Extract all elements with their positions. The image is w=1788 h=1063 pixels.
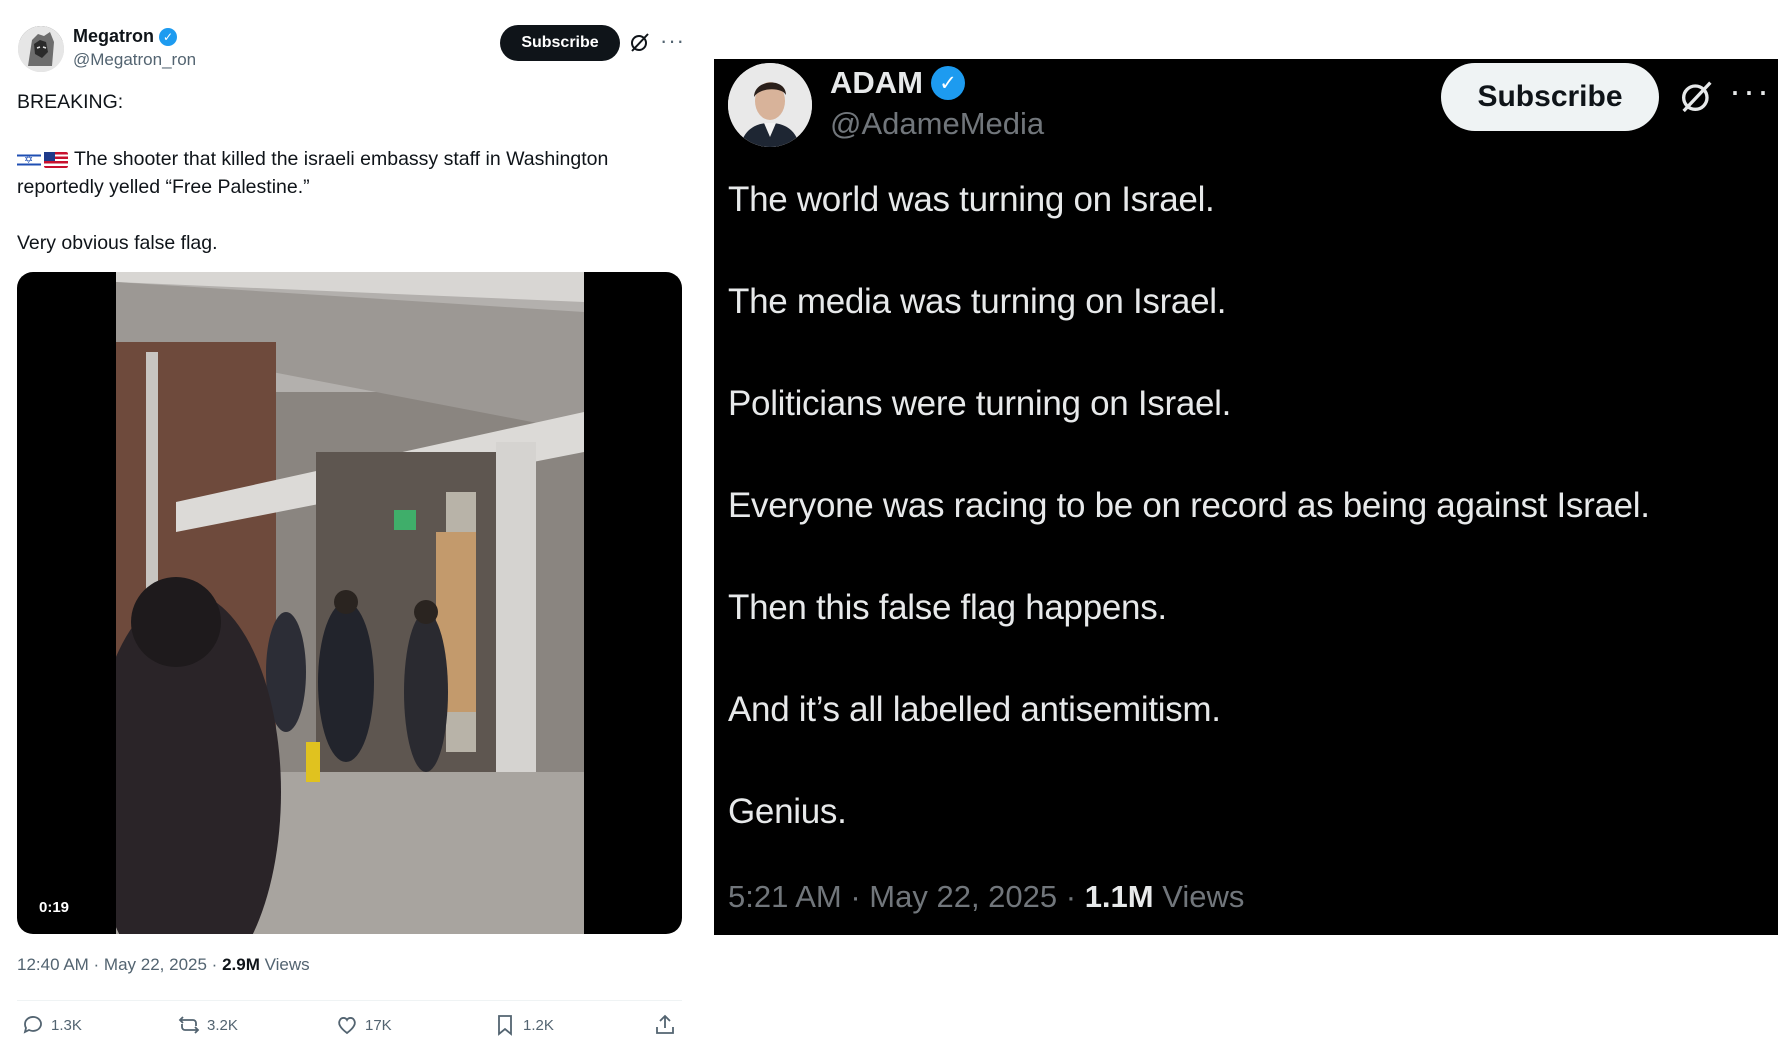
more-options-button[interactable]: ··· bbox=[660, 28, 685, 54]
tweet-text-body-content: The shooter that killed the israeli emba… bbox=[17, 148, 609, 198]
reply-count: 1.3K bbox=[51, 1016, 82, 1034]
author-name-text: Megatron bbox=[73, 26, 154, 46]
views-label: Views bbox=[259, 955, 310, 974]
tweet-text-body: The shooter that killed the israeli emba… bbox=[17, 145, 657, 201]
bookmark-count: 1.2K bbox=[523, 1016, 554, 1034]
tweet-line-4: Everyone was racing to be on record as b… bbox=[728, 486, 1650, 525]
tweet-text-closing: Very obvious false flag. bbox=[17, 232, 218, 254]
author-name[interactable]: ADAM ✓ bbox=[830, 65, 965, 101]
right-tweet: ADAM ✓ @AdameMedia Subscribe ··· The wor… bbox=[714, 59, 1778, 935]
video-frame bbox=[116, 272, 584, 934]
repost-icon bbox=[178, 1016, 200, 1034]
tweet-text-heading: BREAKING: bbox=[17, 91, 124, 113]
tweet-timestamp[interactable]: 12:40 AM · May 22, 2025 · bbox=[17, 955, 222, 974]
views-label: Views bbox=[1153, 879, 1245, 914]
subscribe-button[interactable]: Subscribe bbox=[1441, 63, 1659, 131]
author-name[interactable]: Megatron ✓ bbox=[73, 26, 177, 47]
israel-flag-icon bbox=[17, 151, 41, 168]
like-button[interactable]: 17K bbox=[335, 1013, 392, 1037]
tweet-line-6: And it’s all labelled antisemitism. bbox=[728, 690, 1221, 729]
more-options-button[interactable]: ··· bbox=[1729, 73, 1771, 109]
video-duration: 0:19 bbox=[29, 897, 80, 918]
reply-icon bbox=[23, 1016, 42, 1034]
repost-count: 3.2K bbox=[207, 1016, 238, 1034]
author-handle[interactable]: @Megatron_ron bbox=[73, 50, 196, 70]
author-name-text: ADAM bbox=[830, 65, 923, 100]
divider bbox=[17, 1000, 682, 1001]
grok-icon[interactable] bbox=[628, 30, 652, 54]
video-player[interactable]: 0:19 bbox=[17, 272, 682, 934]
avatar-image bbox=[18, 26, 64, 72]
grok-icon[interactable] bbox=[1677, 76, 1717, 116]
verified-badge-icon: ✓ bbox=[931, 66, 965, 100]
us-flag-icon bbox=[44, 151, 68, 168]
tweet-line-5: Then this false flag happens. bbox=[728, 588, 1167, 627]
left-tweet: Megatron ✓ @Megatron_ron Subscribe ··· B… bbox=[0, 0, 700, 1063]
heart-icon bbox=[338, 1017, 356, 1035]
bookmark-icon bbox=[498, 1015, 512, 1036]
tweet-line-1: The world was turning on Israel. bbox=[728, 180, 1215, 219]
flags-group bbox=[17, 151, 68, 168]
views-count: 2.9M bbox=[222, 955, 260, 974]
tweet-meta: 12:40 AM · May 22, 2025 · 2.9M Views bbox=[17, 955, 310, 975]
tweet-meta: 5:21 AM · May 22, 2025 · 1.1M Views bbox=[728, 879, 1244, 915]
share-button[interactable] bbox=[653, 1013, 677, 1037]
views-count: 1.1M bbox=[1084, 879, 1154, 914]
verified-badge-icon: ✓ bbox=[159, 27, 177, 46]
tweet-line-3: Politicians were turning on Israel. bbox=[728, 384, 1232, 423]
bookmark-button[interactable]: 1.2K bbox=[493, 1013, 554, 1037]
video-scene-image bbox=[116, 272, 584, 934]
subscribe-button[interactable]: Subscribe bbox=[500, 25, 620, 61]
action-bar: 1.3K 3.2K 17K 1.2K bbox=[17, 1013, 682, 1043]
share-icon bbox=[656, 1014, 674, 1034]
author-handle[interactable]: @AdameMedia bbox=[830, 106, 1044, 142]
reply-button[interactable]: 1.3K bbox=[21, 1013, 82, 1037]
like-count: 17K bbox=[365, 1016, 392, 1034]
tweet-line-2: The media was turning on Israel. bbox=[728, 282, 1227, 321]
avatar[interactable] bbox=[18, 26, 64, 72]
avatar[interactable] bbox=[728, 63, 812, 147]
repost-button[interactable]: 3.2K bbox=[177, 1013, 238, 1037]
tweet-timestamp[interactable]: 5:21 AM · May 22, 2025 · bbox=[728, 879, 1085, 914]
tweet-line-7: Genius. bbox=[728, 792, 847, 831]
avatar-image bbox=[728, 63, 812, 147]
